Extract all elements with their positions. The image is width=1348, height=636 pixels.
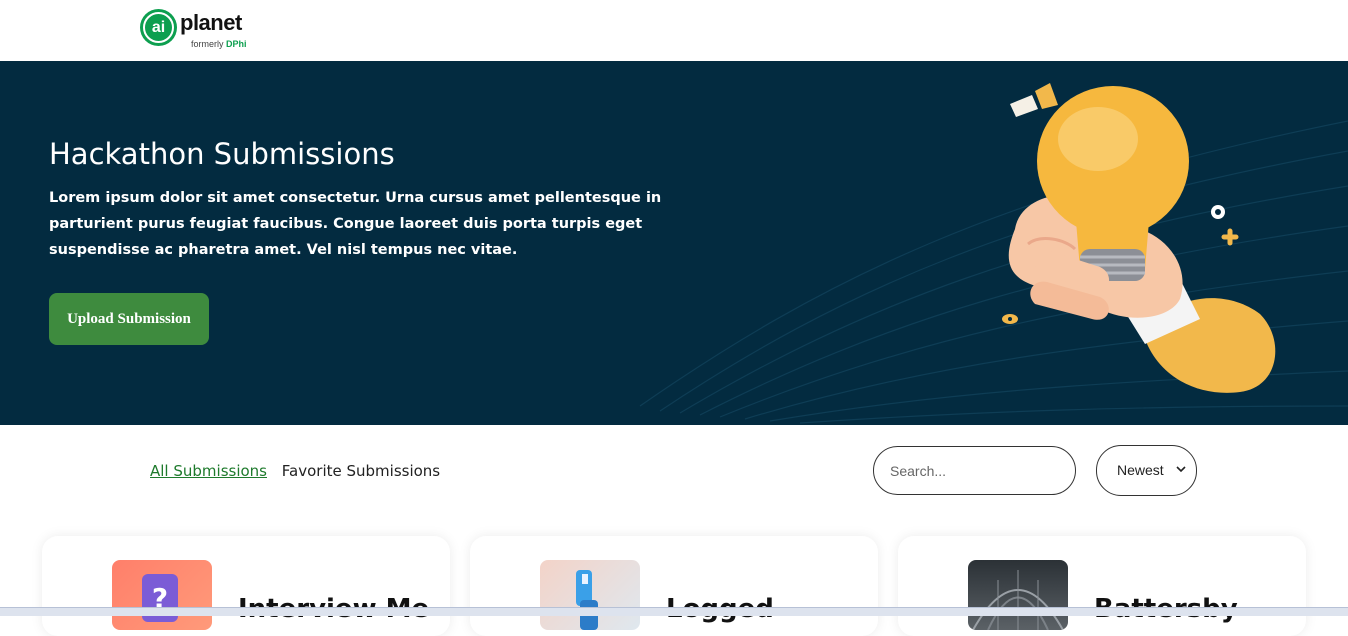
search-input[interactable] xyxy=(873,446,1076,495)
page-title: Hackathon Submissions xyxy=(49,137,395,171)
sort-selected-value: Newest xyxy=(1117,462,1164,478)
submission-tabs: All Submissions Favorite Submissions xyxy=(150,462,440,480)
hand-holding-lightbulb-icon xyxy=(1002,83,1276,393)
logo-tagline: formerly DPhi xyxy=(191,39,247,49)
ai-planet-logo[interactable]: ai planet formerly DPhi xyxy=(140,8,260,52)
hero-description: Lorem ipsum dolor sit amet consectetur. … xyxy=(49,190,662,258)
robot-icon xyxy=(540,560,640,630)
tab-favorite-submissions[interactable]: Favorite Submissions xyxy=(282,462,440,480)
sort-select[interactable]: Newest xyxy=(1096,445,1197,496)
station-photo-icon xyxy=(968,560,1068,630)
hero-banner: Hackathon Submissions Lorem ipsum dolor … xyxy=(0,61,1348,425)
top-navbar: ai planet formerly DPhi xyxy=(0,0,1348,61)
bottom-strip xyxy=(0,607,1348,616)
chevron-down-icon xyxy=(1176,466,1186,473)
logo-mark: ai xyxy=(140,9,177,46)
submission-card[interactable]: ? Interview Me xyxy=(42,536,450,636)
logo-word: planet xyxy=(180,10,242,35)
question-mark-icon: ? xyxy=(112,560,212,630)
logo-tagline-brand: DPhi xyxy=(226,39,247,49)
upload-submission-button[interactable]: Upload Submission xyxy=(49,293,209,345)
tab-all-submissions[interactable]: All Submissions xyxy=(150,462,267,480)
logo-mark-text: ai xyxy=(143,12,174,43)
submission-card[interactable]: Logged xyxy=(470,536,878,636)
submission-card[interactable]: Battersby xyxy=(898,536,1306,636)
logo-tagline-prefix: formerly xyxy=(191,39,227,49)
